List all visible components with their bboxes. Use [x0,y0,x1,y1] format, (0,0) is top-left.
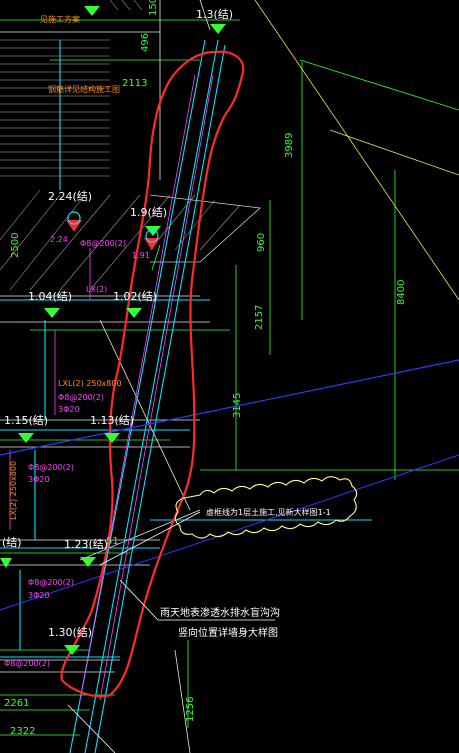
elevation-label: 1.13(结) [90,414,134,427]
dimension-label: 150 [148,0,159,16]
rain-note-line-1: 雨天地表渗透水排水盲沟沟 [160,606,280,619]
dimension-label: 2500 [10,233,21,258]
wall-lines [0,39,372,753]
beam-label: LX(2) 250x800 [9,461,18,520]
rebar-label: 3Φ20 [58,405,80,414]
elevation-label: 1.30(结) [48,626,92,639]
rebar-label: 3Φ20 [28,475,50,484]
elevation-label: 1.04(结) [28,290,72,303]
elevation-marker-icon [18,433,34,443]
elevation-marker-icon [80,557,96,567]
markup-cloud [60,50,245,698]
elevation-marker-icon [104,433,120,443]
rebar-label: Φ8@200(2) [4,659,50,668]
elevation-marker-icon [145,226,161,236]
dimension-label: 51 [106,536,119,547]
dimension-label: 3145 [232,393,243,418]
beam-label: LXL(2) 250x800 [58,379,122,388]
axis-bubble-icon [144,238,160,250]
dimension-label: 960 [256,233,267,252]
elevation-markers [0,6,226,655]
elevation-label: 1.3(结) [196,8,233,21]
elevation-marker-icon [126,308,142,318]
elevation-marker-icon [44,308,60,318]
rebar-label: 3Φ20 [28,591,50,600]
dimension-label: 3989 [284,133,295,158]
rain-note-line-2: 竖向位置详墙身大样图 [178,626,278,639]
elevation-label: (结) [2,536,22,549]
dimension-label: 2157 [254,305,265,330]
dimension-label: 1256 [185,697,196,722]
dimension-label: 2261 [4,698,29,709]
rebar-label: Φ8@200(2) [28,463,74,472]
red-axis-label: 1.91 [132,251,150,260]
elevation-marker-icon [84,6,100,16]
leader-line-2 [329,129,459,176]
dimension-label: 496 [140,33,151,52]
elevation-marker-icon [0,558,12,568]
axis-bubble-icon [66,220,82,232]
cad-drawing-canvas: 1.3(结) 2.24(结) 1.9(结) 1.04(结) 1.02(结) 1.… [0,0,459,753]
dimension-label: 2113 [122,78,147,89]
structure-lines [0,0,211,753]
hatch-region [0,39,110,177]
elevation-label: 1.15(结) [4,414,48,427]
rebar-label: LX(2) [86,285,107,294]
rebar-label: Φ8@200(2) [80,239,126,248]
elevation-label: 1.02(结) [113,290,157,303]
cloud-annotation-text: 虚框线为1层土施工,见新大样图1-1 [206,507,331,517]
dimension-label: 2322 [10,726,35,737]
rebar-label: Φ8@200(2) [28,578,74,587]
elevation-label: 1.23(结) [64,538,108,551]
dimension-label: 8400 [396,280,407,305]
elevation-marker-icon [210,24,226,34]
top-left-note: 见施工方案 [40,14,80,24]
red-axis-label: 2.24 [50,235,68,244]
rebar-label: Φ8@200(2) [58,393,104,402]
elevation-label: 2.24(结) [48,190,92,203]
elevation-label: 1.9(结) [130,206,167,219]
detail-note: 钢筋详见结构施工图 [48,84,120,94]
